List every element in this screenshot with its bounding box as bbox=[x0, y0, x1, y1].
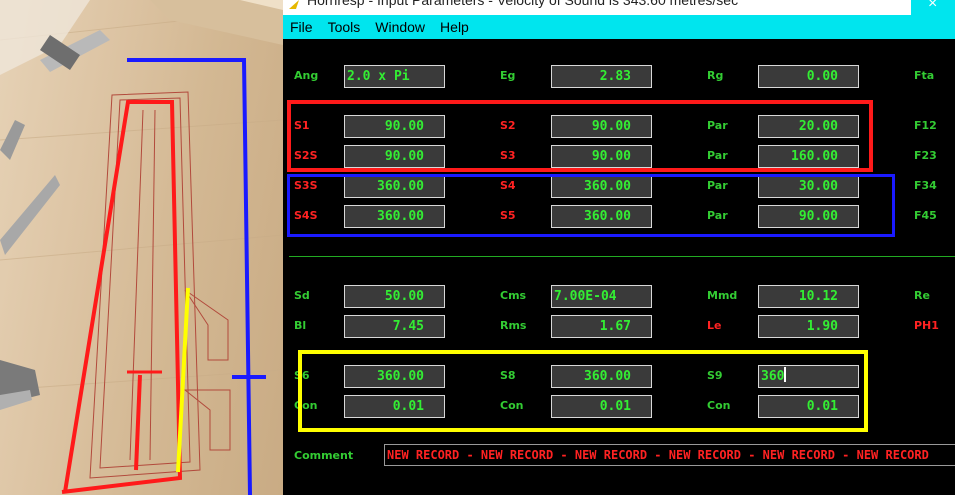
close-button[interactable]: × bbox=[911, 0, 955, 15]
blue-highlight-frame bbox=[287, 174, 895, 237]
field-sd[interactable]: 50.00 bbox=[344, 285, 445, 308]
close-icon: × bbox=[928, 0, 938, 12]
menu-bar: File Tools Window Help bbox=[283, 15, 955, 39]
label-re: Re bbox=[914, 289, 930, 302]
field-rms[interactable]: 1.67 bbox=[551, 315, 652, 338]
label-eg: Eg bbox=[500, 69, 516, 82]
field-eg[interactable]: 2.83 bbox=[551, 65, 652, 88]
label-bl: Bl bbox=[294, 319, 307, 332]
title-bar: Hornresp - Input Parameters - Velocity o… bbox=[283, 0, 955, 15]
label-ph1: PH1 bbox=[914, 319, 939, 332]
field-ang[interactable]: 2.0 x Pi bbox=[344, 65, 445, 88]
label-f12: F12 bbox=[914, 119, 937, 132]
field-le[interactable]: 1.90 bbox=[758, 315, 859, 338]
field-value: 1.90 bbox=[806, 319, 838, 334]
menu-file[interactable]: File bbox=[290, 19, 313, 35]
field-value: 2.0 x Pi bbox=[347, 69, 410, 84]
menu-help[interactable]: Help bbox=[440, 19, 469, 35]
field-cms[interactable]: 7.00E-04 bbox=[551, 285, 652, 308]
field-value: 10.12 bbox=[798, 289, 838, 304]
label-fta: Fta bbox=[914, 69, 935, 82]
red-highlight-frame bbox=[287, 100, 873, 172]
label-f45: F45 bbox=[914, 209, 937, 222]
field-mmd[interactable]: 10.12 bbox=[758, 285, 859, 308]
comment-field[interactable]: NEW RECORD - NEW RECORD - NEW RECORD - N… bbox=[384, 444, 955, 466]
label-sd: Sd bbox=[294, 289, 310, 302]
field-value: 7.45 bbox=[392, 319, 424, 334]
hornresp-window: Hornresp - Input Parameters - Velocity o… bbox=[283, 0, 955, 495]
field-rg[interactable]: 0.00 bbox=[758, 65, 859, 88]
field-bl[interactable]: 7.45 bbox=[344, 315, 445, 338]
label-mmd: Mmd bbox=[707, 289, 738, 302]
photo-drawing bbox=[0, 0, 283, 495]
label-le: Le bbox=[707, 319, 722, 332]
yellow-highlight-frame bbox=[298, 350, 868, 432]
field-value: 0.00 bbox=[806, 69, 838, 84]
label-ang: Ang bbox=[294, 69, 319, 82]
label-rms: Rms bbox=[500, 319, 527, 332]
label-f34: F34 bbox=[914, 179, 937, 192]
section-divider bbox=[289, 256, 955, 257]
menu-tools[interactable]: Tools bbox=[328, 19, 361, 35]
window-title: Hornresp - Input Parameters - Velocity o… bbox=[307, 0, 739, 8]
app-icon bbox=[289, 0, 299, 9]
field-value: 2.83 bbox=[599, 69, 631, 84]
menu-window[interactable]: Window bbox=[375, 19, 425, 35]
design-photo bbox=[0, 0, 283, 495]
field-value: 50.00 bbox=[384, 289, 424, 304]
field-value: 7.00E-04 bbox=[554, 289, 617, 304]
field-value: 1.67 bbox=[599, 319, 631, 334]
label-f23: F23 bbox=[914, 149, 937, 162]
label-rg: Rg bbox=[707, 69, 724, 82]
comment-label: Comment bbox=[294, 449, 354, 462]
label-cms: Cms bbox=[500, 289, 527, 302]
